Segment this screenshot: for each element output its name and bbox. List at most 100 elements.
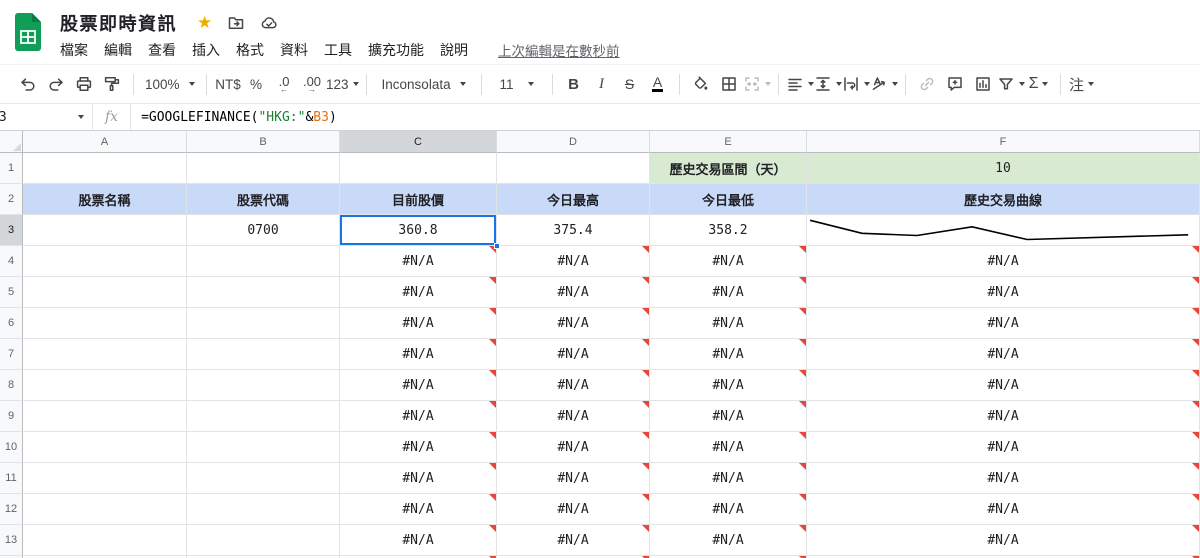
undo-button[interactable]	[14, 71, 42, 98]
cell-B3[interactable]: 0700	[187, 215, 340, 246]
cell-A11[interactable]	[23, 463, 187, 494]
cell-E9[interactable]: #N/A	[650, 401, 807, 432]
cell-A2[interactable]: 股票名稱	[23, 184, 187, 215]
row-header-4[interactable]: 4	[0, 246, 23, 277]
cell-D9[interactable]: #N/A	[497, 401, 650, 432]
formula-input[interactable]: =GOOGLEFINANCE("HKG:"&B3)	[131, 110, 337, 125]
print-button[interactable]	[70, 71, 98, 98]
cell-C7[interactable]: #N/A	[340, 339, 497, 370]
cell-D2[interactable]: 今日最高	[497, 184, 650, 215]
italic-button[interactable]: I	[588, 71, 616, 98]
cell-B8[interactable]	[187, 370, 340, 401]
row-header-1[interactable]: 1	[0, 153, 23, 184]
column-header-A[interactable]: A	[23, 131, 187, 153]
row-header-3[interactable]: 3	[0, 215, 23, 246]
cell-F10[interactable]: #N/A	[807, 432, 1200, 463]
horizontal-align-button[interactable]	[786, 71, 814, 98]
insert-link-button[interactable]	[913, 71, 941, 98]
borders-button[interactable]	[715, 71, 743, 98]
paint-format-button[interactable]	[98, 71, 126, 98]
bold-button[interactable]: B	[560, 71, 588, 98]
insert-comment-button[interactable]	[941, 71, 969, 98]
cell-D11[interactable]: #N/A	[497, 463, 650, 494]
cell-D3[interactable]: 375.4	[497, 215, 650, 246]
cell-F7[interactable]: #N/A	[807, 339, 1200, 370]
cell-E10[interactable]: #N/A	[650, 432, 807, 463]
row-header-7[interactable]: 7	[0, 339, 23, 370]
redo-button[interactable]	[42, 71, 70, 98]
cell-D10[interactable]: #N/A	[497, 432, 650, 463]
cell-E11[interactable]: #N/A	[650, 463, 807, 494]
row-header-8[interactable]: 8	[0, 370, 23, 401]
cell-C11[interactable]: #N/A	[340, 463, 497, 494]
menu-file[interactable]: 檔案	[52, 38, 96, 62]
cell-E12[interactable]: #N/A	[650, 494, 807, 525]
cell-A4[interactable]	[23, 246, 187, 277]
menu-help[interactable]: 說明	[432, 38, 476, 62]
text-rotation-button[interactable]	[870, 71, 898, 98]
cell-A13[interactable]	[23, 525, 187, 556]
cell-B10[interactable]	[187, 432, 340, 463]
input-tools-button[interactable]: 注	[1068, 71, 1096, 98]
cell-F3[interactable]	[807, 215, 1200, 246]
menu-edit[interactable]: 編輯	[96, 38, 140, 62]
cell-A3[interactable]	[23, 215, 187, 246]
cell-F6[interactable]: #N/A	[807, 308, 1200, 339]
vertical-align-button[interactable]	[814, 71, 842, 98]
cell-F13[interactable]: #N/A	[807, 525, 1200, 556]
sheets-logo[interactable]	[13, 12, 43, 52]
cell-E8[interactable]: #N/A	[650, 370, 807, 401]
cell-D7[interactable]: #N/A	[497, 339, 650, 370]
last-edit-status[interactable]: 上次編輯是在數秒前	[498, 40, 620, 60]
cell-F1[interactable]: 10	[807, 153, 1200, 184]
column-header-E[interactable]: E	[650, 131, 807, 153]
cell-D1[interactable]	[497, 153, 650, 184]
row-header-5[interactable]: 5	[0, 277, 23, 308]
cell-A1[interactable]	[23, 153, 187, 184]
cell-D12[interactable]: #N/A	[497, 494, 650, 525]
text-wrap-button[interactable]	[842, 71, 870, 98]
cell-D13[interactable]: #N/A	[497, 525, 650, 556]
row-header-6[interactable]: 6	[0, 308, 23, 339]
column-header-C[interactable]: C	[340, 131, 497, 153]
select-all-corner[interactable]	[0, 131, 23, 153]
fill-handle[interactable]	[494, 243, 500, 249]
row-header-12[interactable]: 12	[0, 494, 23, 525]
cell-C6[interactable]: #N/A	[340, 308, 497, 339]
cell-D5[interactable]: #N/A	[497, 277, 650, 308]
cell-F9[interactable]: #N/A	[807, 401, 1200, 432]
cell-E3[interactable]: 358.2	[650, 215, 807, 246]
name-box[interactable]: C3	[0, 104, 92, 130]
menu-tools[interactable]: 工具	[316, 38, 360, 62]
cell-B13[interactable]	[187, 525, 340, 556]
cell-B7[interactable]	[187, 339, 340, 370]
cell-C13[interactable]: #N/A	[340, 525, 497, 556]
cell-B9[interactable]	[187, 401, 340, 432]
cell-A5[interactable]	[23, 277, 187, 308]
cell-B2[interactable]: 股票代碼	[187, 184, 340, 215]
cell-C2[interactable]: 目前股價	[340, 184, 497, 215]
cell-A6[interactable]	[23, 308, 187, 339]
zoom-select[interactable]: 100%	[141, 71, 199, 98]
cell-E7[interactable]: #N/A	[650, 339, 807, 370]
cell-B12[interactable]	[187, 494, 340, 525]
menu-insert[interactable]: 插入	[184, 38, 228, 62]
cell-B5[interactable]	[187, 277, 340, 308]
column-header-D[interactable]: D	[497, 131, 650, 153]
font-size-select[interactable]: 11	[489, 71, 545, 98]
cell-C8[interactable]: #N/A	[340, 370, 497, 401]
cell-A8[interactable]	[23, 370, 187, 401]
cell-F12[interactable]: #N/A	[807, 494, 1200, 525]
move-to-folder-icon[interactable]	[227, 14, 245, 32]
cell-C1[interactable]	[340, 153, 497, 184]
insert-chart-button[interactable]	[969, 71, 997, 98]
cell-A10[interactable]	[23, 432, 187, 463]
column-header-F[interactable]: F	[807, 131, 1200, 153]
font-family-select[interactable]: Inconsolata	[376, 71, 472, 98]
cell-F11[interactable]: #N/A	[807, 463, 1200, 494]
cell-E13[interactable]: #N/A	[650, 525, 807, 556]
create-filter-button[interactable]	[997, 71, 1025, 98]
cell-A9[interactable]	[23, 401, 187, 432]
more-formats-button[interactable]: 123	[326, 71, 359, 98]
row-header-11[interactable]: 11	[0, 463, 23, 494]
